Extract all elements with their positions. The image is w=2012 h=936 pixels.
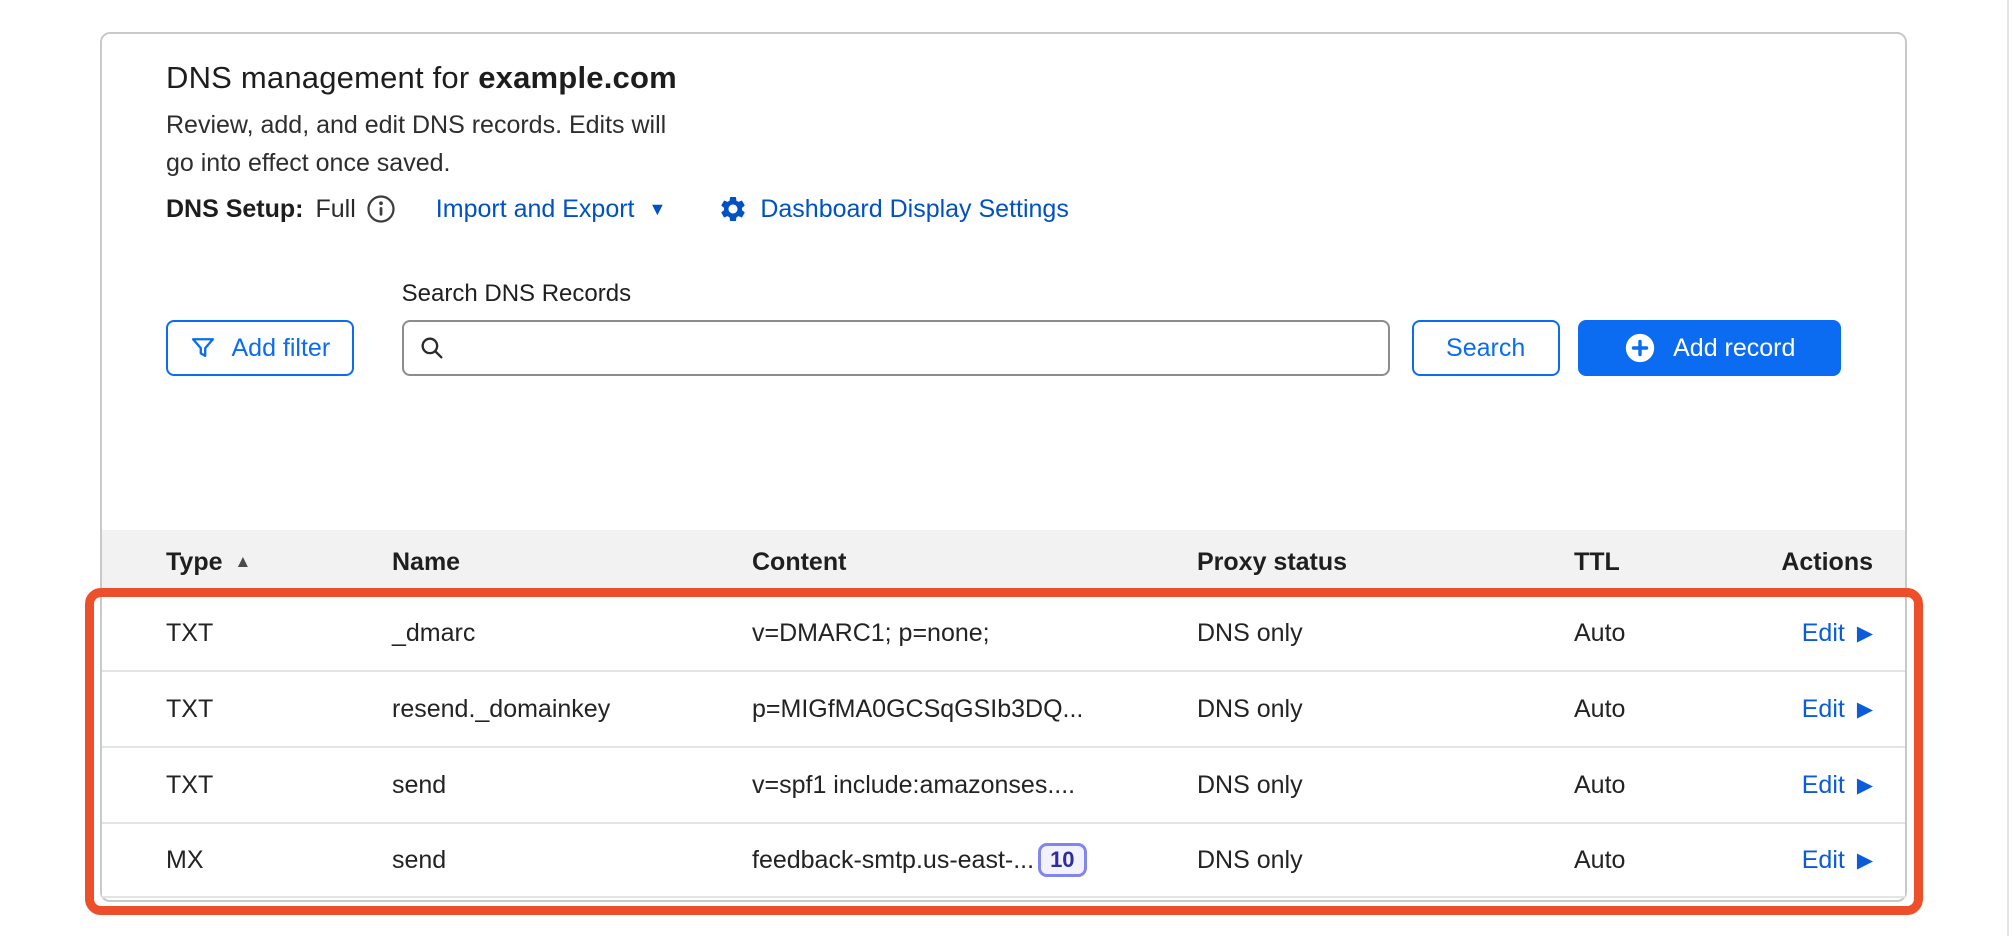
search-box xyxy=(402,320,1390,376)
edit-label: Edit xyxy=(1802,846,1845,875)
sort-ascending-icon: ▲ xyxy=(235,552,252,572)
import-export-label: Import and Export xyxy=(436,195,635,224)
info-icon[interactable] xyxy=(366,194,396,224)
cell-name: send xyxy=(392,846,752,875)
cell-content-text: v=spf1 include:amazonses.... xyxy=(752,771,1075,800)
subtitle-line-1: Review, add, and edit DNS records. Edits… xyxy=(166,106,666,144)
edit-label: Edit xyxy=(1802,619,1845,648)
table-row: MX send feedback-smtp.us-east-... 10 DNS… xyxy=(102,822,1905,898)
domain-name: example.com xyxy=(478,60,677,95)
cell-actions: Edit ▶ xyxy=(1764,695,1873,724)
gear-icon xyxy=(718,194,748,224)
dashboard-display-settings-label: Dashboard Display Settings xyxy=(760,195,1069,224)
cell-proxy-status: DNS only xyxy=(1197,846,1574,875)
import-export-link[interactable]: Import and Export ▼ xyxy=(436,195,667,224)
dns-management-card: DNS management for example.com Review, a… xyxy=(100,32,1907,902)
cell-actions: Edit ▶ xyxy=(1764,846,1873,875)
page-title-prefix: DNS management for xyxy=(166,60,478,95)
dns-records-table: Type ▲ Name Content Proxy status TTL Act… xyxy=(102,530,1905,898)
dns-setup-value: Full xyxy=(316,195,356,224)
column-header-proxy-status: Proxy status xyxy=(1197,548,1574,577)
add-filter-label: Add filter xyxy=(231,334,330,363)
cell-content-text: v=DMARC1; p=none; xyxy=(752,619,990,648)
cell-name: send xyxy=(392,771,752,800)
search-button[interactable]: Search xyxy=(1412,320,1560,376)
caret-right-icon: ▶ xyxy=(1857,697,1873,722)
cell-type: TXT xyxy=(166,619,392,648)
column-header-actions: Actions xyxy=(1764,548,1873,577)
dns-setup-row: DNS Setup: Full Import and Export ▼ Dash… xyxy=(166,194,1069,224)
column-header-content: Content xyxy=(752,548,1197,577)
search-icon xyxy=(418,334,446,367)
page-subtitle: Review, add, and edit DNS records. Edits… xyxy=(166,106,666,182)
cell-ttl: Auto xyxy=(1574,846,1764,875)
add-filter-button[interactable]: Add filter xyxy=(166,320,354,376)
caret-right-icon: ▶ xyxy=(1857,848,1873,873)
cell-proxy-status: DNS only xyxy=(1197,619,1574,648)
cell-name: _dmarc xyxy=(392,619,752,648)
dashboard-display-settings-link[interactable]: Dashboard Display Settings xyxy=(718,194,1069,224)
page-title: DNS management for example.com xyxy=(166,60,677,96)
edit-label: Edit xyxy=(1802,771,1845,800)
cell-ttl: Auto xyxy=(1574,695,1764,724)
column-header-type-label: Type xyxy=(166,548,223,577)
records-toolbar: Add filter Search DNS Records Search xyxy=(166,284,1841,376)
edit-record-link[interactable]: Edit ▶ xyxy=(1802,619,1873,648)
table-header-row: Type ▲ Name Content Proxy status TTL Act… xyxy=(102,530,1905,594)
page-right-divider xyxy=(2007,0,2009,936)
cell-type: MX xyxy=(166,846,392,875)
cell-content: v=spf1 include:amazonses.... xyxy=(752,771,1197,800)
cell-actions: Edit ▶ xyxy=(1764,619,1873,648)
column-header-name: Name xyxy=(392,548,752,577)
edit-record-link[interactable]: Edit ▶ xyxy=(1802,695,1873,724)
table-row: TXT resend._domainkey p=MIGfMA0GCSqGSIb3… xyxy=(102,670,1905,746)
edit-record-link[interactable]: Edit ▶ xyxy=(1802,846,1873,875)
priority-badge: 10 xyxy=(1038,843,1086,877)
cell-proxy-status: DNS only xyxy=(1197,771,1574,800)
search-group: Search DNS Records xyxy=(402,280,1390,376)
column-header-ttl: TTL xyxy=(1574,548,1764,577)
filter-funnel-icon xyxy=(189,334,217,362)
cell-content: v=DMARC1; p=none; xyxy=(752,619,1197,648)
column-header-type[interactable]: Type ▲ xyxy=(166,548,392,577)
edit-label: Edit xyxy=(1802,695,1845,724)
subtitle-line-2: go into effect once saved. xyxy=(166,144,666,182)
caret-right-icon: ▶ xyxy=(1857,621,1873,646)
table-row: TXT send v=spf1 include:amazonses.... DN… xyxy=(102,746,1905,822)
add-record-button[interactable]: Add record xyxy=(1578,320,1842,376)
cell-ttl: Auto xyxy=(1574,771,1764,800)
cell-content-text: p=MIGfMA0GCSqGSIb3DQ... xyxy=(752,695,1083,724)
add-record-label: Add record xyxy=(1673,334,1795,363)
dns-setup-label: DNS Setup: xyxy=(166,195,304,224)
cell-content: feedback-smtp.us-east-... 10 xyxy=(752,843,1197,877)
edit-record-link[interactable]: Edit ▶ xyxy=(1802,771,1873,800)
cell-content-text: feedback-smtp.us-east-... xyxy=(752,846,1034,875)
chevron-down-icon: ▼ xyxy=(649,199,667,220)
search-field-label: Search DNS Records xyxy=(402,280,1390,308)
cell-ttl: Auto xyxy=(1574,619,1764,648)
table-row: TXT _dmarc v=DMARC1; p=none; DNS only Au… xyxy=(102,594,1905,670)
cell-type: TXT xyxy=(166,771,392,800)
search-input[interactable] xyxy=(402,320,1390,376)
caret-right-icon: ▶ xyxy=(1857,773,1873,798)
plus-circle-icon xyxy=(1623,331,1657,365)
cell-name: resend._domainkey xyxy=(392,695,752,724)
cell-actions: Edit ▶ xyxy=(1764,771,1873,800)
cell-proxy-status: DNS only xyxy=(1197,695,1574,724)
cell-content: p=MIGfMA0GCSqGSIb3DQ... xyxy=(752,695,1197,724)
cell-type: TXT xyxy=(166,695,392,724)
